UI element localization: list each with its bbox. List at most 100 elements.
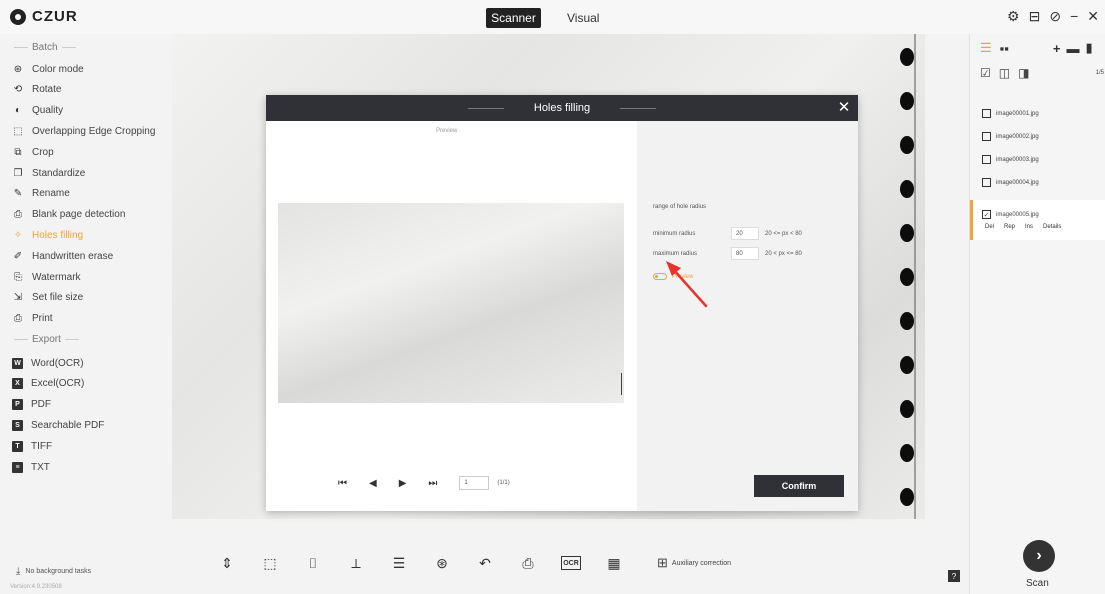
crop-icon[interactable]: ⌷ <box>303 553 323 573</box>
toggle-switch[interactable] <box>653 273 667 280</box>
maximum-radius-input[interactable]: 80 <box>731 247 759 260</box>
file-name: image00001.jpg <box>996 110 1039 117</box>
edge-crop-icon: ⬚ <box>13 125 23 137</box>
holes-filling-icon: ✧ <box>13 229 23 241</box>
sidebar-item-watermark[interactable]: ⎘ Watermark <box>12 267 81 287</box>
select-icon[interactable]: ⬚ <box>260 553 280 573</box>
gear-icon[interactable]: ⚙ <box>1007 8 1020 25</box>
blank-page-icon: ⎙ <box>14 209 22 221</box>
sidebar-item-label: Standardize <box>32 167 86 179</box>
sidebar-item-label: Overlapping Edge Cropping <box>32 125 156 137</box>
maximum-radius-row: maximum radius 80 20 < px <= 80 <box>653 247 802 260</box>
sidebar-item-searchable-pdf[interactable]: S Searchable PDF <box>12 415 104 435</box>
sidebar-item-pdf[interactable]: P PDF <box>12 395 51 415</box>
eraser-icon: ✐ <box>13 250 23 262</box>
punch-hole <box>900 356 914 374</box>
scan-button[interactable]: › <box>1023 540 1055 572</box>
sidebar-item-blank-page-detection[interactable]: ⎙ Blank page detection <box>12 205 125 225</box>
range-label: range of hole radius <box>653 204 707 210</box>
fit-icon[interactable]: ⇕ <box>217 553 237 573</box>
adjust-icon[interactable]: ☰ <box>389 553 409 573</box>
folder-icon[interactable]: ▬ <box>1066 41 1079 56</box>
preview-toggle[interactable]: Preview <box>653 273 693 280</box>
undo-icon[interactable]: ↶ <box>475 553 495 573</box>
minimize-icon[interactable]: − <box>1070 8 1078 25</box>
grid-view-icon[interactable]: ▪▪ <box>1000 41 1009 56</box>
trash-icon[interactable]: ▮ <box>1085 40 1092 56</box>
tab-visual[interactable]: Visual <box>567 8 599 28</box>
mode-tabs: Scanner Visual <box>486 8 599 28</box>
message-icon[interactable]: ⊟ <box>1029 8 1041 25</box>
pdf-icon: P <box>12 399 23 411</box>
page-input[interactable]: 1 <box>459 476 490 490</box>
download-icon: ⤓ <box>16 566 21 577</box>
rotate-crop-icon[interactable]: ⟂ <box>346 553 366 573</box>
sidebar-item-tiff[interactable]: T TIFF <box>12 436 52 456</box>
batch-section-header: Batch <box>10 42 80 53</box>
confirm-button[interactable]: Confirm <box>754 475 844 497</box>
print-icon[interactable]: ⎙ <box>518 553 538 573</box>
sidebar-item-print[interactable]: ⎙ Print <box>12 309 53 329</box>
title-bar: CZUR Scanner Visual ⚙ ⊟ ⊘ − ✕ <box>0 0 1105 34</box>
help-badge-icon[interactable]: ? <box>948 570 960 582</box>
help-icon[interactable]: ⊘ <box>1049 8 1061 25</box>
sidebar-item-color-mode[interactable]: ⊛ Color mode <box>12 59 84 79</box>
minimum-radius-input[interactable]: 20 <box>731 227 759 240</box>
sidebar-item-holes-filling[interactable]: ✧ Holes filling <box>12 225 83 245</box>
sidebar-item-quality[interactable]: ◐ Quality <box>12 101 63 121</box>
selection-toolbar: ☑ ◫ ◨ 1/5 <box>980 66 1105 80</box>
sidebar-item-crop[interactable]: ⧉ Crop <box>12 142 53 162</box>
compare-icon[interactable]: ◫ <box>999 66 1010 80</box>
file-name: image00003.jpg <box>996 156 1039 163</box>
list-view-icon[interactable]: ☰ <box>980 40 992 56</box>
check-all-icon[interactable]: ☑ <box>980 66 991 80</box>
insert-button[interactable]: Ins <box>1025 224 1033 230</box>
file-item[interactable]: image00004.jpg <box>982 178 1039 187</box>
checkbox[interactable] <box>982 155 991 164</box>
split-icon[interactable]: ◨ <box>1018 66 1029 80</box>
checkbox[interactable] <box>982 132 991 141</box>
sidebar-item-rename[interactable]: ✎ Rename <box>12 184 70 204</box>
checkbox[interactable] <box>982 178 991 187</box>
ocr-icon[interactable]: OCR <box>561 556 581 570</box>
next-page-icon[interactable]: ▶ <box>399 478 407 489</box>
background-tasks[interactable]: ⤓ No background tasks <box>16 566 91 577</box>
sidebar-item-txt[interactable]: ≡ TXT <box>12 457 50 477</box>
add-icon[interactable]: + <box>1053 41 1061 56</box>
sidebar-item-excel-ocr[interactable]: X Excel(OCR) <box>12 374 84 394</box>
replace-button[interactable]: Rep <box>1004 224 1015 230</box>
punch-hole <box>900 136 914 154</box>
sidebar-item-label: Searchable PDF <box>31 419 105 431</box>
file-item[interactable]: image00002.jpg <box>982 132 1039 141</box>
file-item[interactable]: image00003.jpg <box>982 155 1039 164</box>
color-icon[interactable]: ⊛ <box>432 553 452 573</box>
close-icon[interactable]: ✕ <box>1087 8 1099 25</box>
sidebar-item-overlapping-edge-cropping[interactable]: ⬚ Overlapping Edge Cropping <box>12 121 155 141</box>
file-item-selected[interactable]: ✓ image00005.jpg <box>982 210 1039 219</box>
sidebar-item-rotate[interactable]: ⟲ Rotate <box>12 80 62 100</box>
dialog-title: Holes filling <box>533 102 591 114</box>
selected-file-row[interactable] <box>970 200 1105 240</box>
qr-icon[interactable]: ▦ <box>604 553 624 573</box>
sidebar-item-word-ocr[interactable]: W Word(OCR) <box>12 353 84 373</box>
sidebar-item-set-file-size[interactable]: ⇲ Set file size <box>12 288 83 308</box>
details-button[interactable]: Details <box>1043 224 1061 230</box>
last-page-icon[interactable]: ⏭ <box>428 478 437 489</box>
first-page-icon[interactable]: ⏮ <box>338 478 347 489</box>
prev-page-icon[interactable]: ◀ <box>369 478 377 489</box>
sidebar-item-label: Rotate <box>32 84 62 96</box>
dialog-close-icon[interactable]: ✕ <box>836 98 852 116</box>
checkbox[interactable] <box>982 109 991 118</box>
preview-title: Preview <box>436 128 458 134</box>
file-item[interactable]: image00001.jpg <box>982 109 1039 118</box>
right-panel: ☰ ▪▪ + ▬ ▮ ☑ ◫ ◨ 1/5 image00001.jpg imag… <box>969 34 1105 594</box>
checkbox-checked[interactable]: ✓ <box>982 210 991 219</box>
sidebar-item-handwritten-erase[interactable]: ✐ Handwritten erase <box>12 246 113 266</box>
file-name: image00004.jpg <box>996 179 1039 186</box>
auxiliary-correction-button[interactable]: ⊞ Auxiliary correction <box>657 555 731 571</box>
bottom-toolbar: ⇕ ⬚ ⌷ ⟂ ☰ ⊛ ↶ ⎙ OCR ▦ ⊞ Auxiliary correc… <box>172 519 969 594</box>
sidebar-item-standardize[interactable]: ❐ Standardize <box>12 163 86 183</box>
minimum-radius-label: minimum radius <box>653 230 696 237</box>
tab-scanner[interactable]: Scanner <box>486 8 541 28</box>
delete-button[interactable]: Del <box>985 224 994 230</box>
